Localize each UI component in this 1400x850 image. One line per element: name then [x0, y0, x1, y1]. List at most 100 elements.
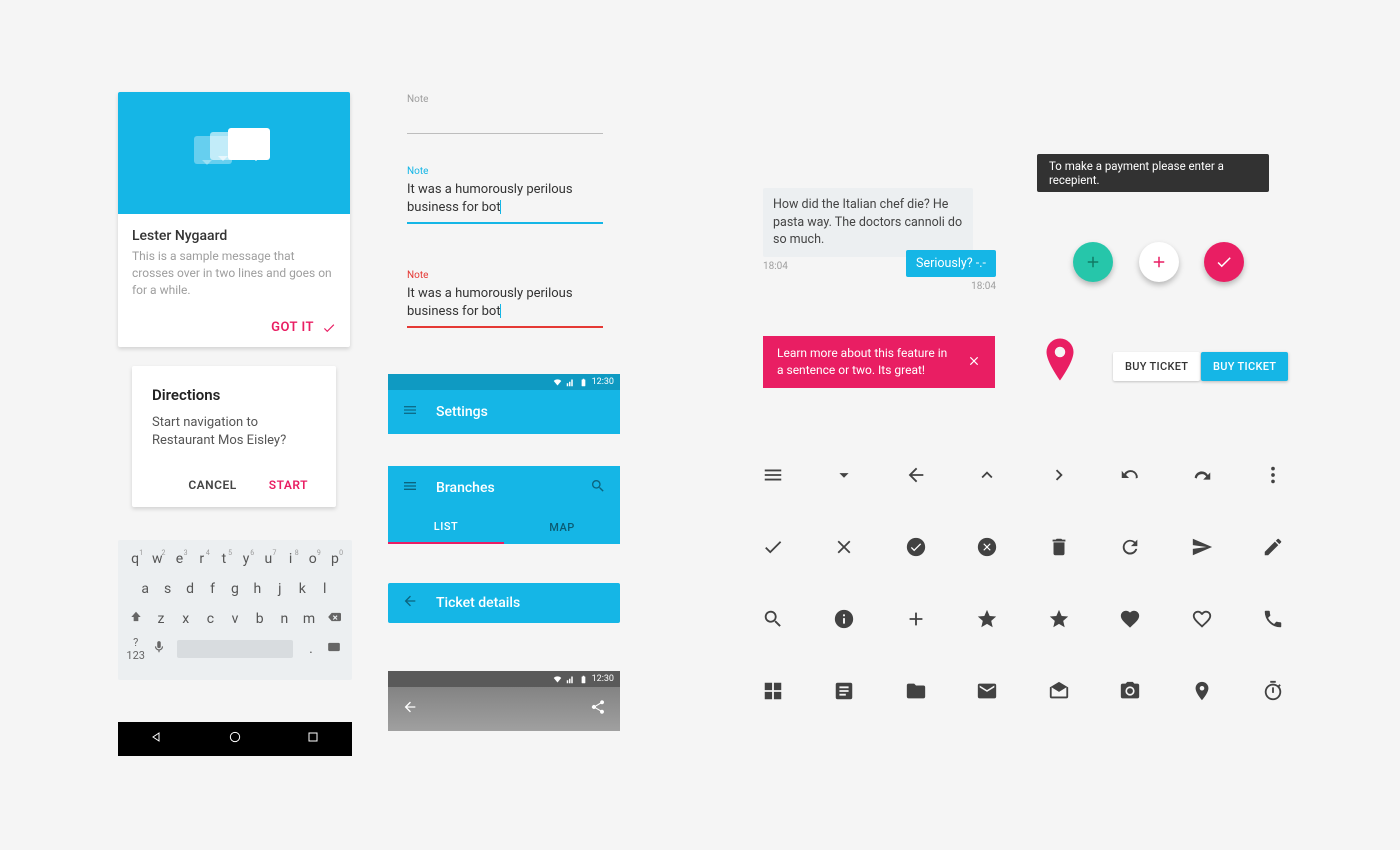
camera-icon[interactable] — [1115, 676, 1145, 706]
key-w[interactable]: w2 — [146, 551, 168, 567]
nav-home-icon[interactable] — [227, 729, 243, 749]
note-icon[interactable] — [829, 676, 859, 706]
key-z[interactable]: z — [149, 611, 174, 627]
fab-add-green[interactable] — [1073, 242, 1113, 282]
tab-list[interactable]: LIST — [388, 510, 504, 544]
heart-outline-icon[interactable] — [1187, 604, 1217, 634]
textfield-focused[interactable]: Note It was a humorously perilous busine… — [407, 166, 603, 224]
share-icon[interactable] — [590, 699, 606, 719]
symbols-key[interactable]: ?123 — [124, 636, 147, 662]
nav-back-icon[interactable] — [149, 729, 165, 749]
chevron-right-icon[interactable] — [1044, 460, 1074, 490]
key-g[interactable]: g — [224, 581, 246, 597]
mic-key[interactable] — [147, 640, 170, 658]
fab-add-white[interactable] — [1139, 242, 1179, 282]
check-icon[interactable] — [758, 532, 788, 562]
chevron-up-icon[interactable] — [972, 460, 1002, 490]
appbar-title: Settings — [436, 404, 606, 420]
key-n[interactable]: n — [272, 611, 297, 627]
star-icon[interactable] — [1044, 604, 1074, 634]
key-y[interactable]: y6 — [235, 551, 257, 567]
fab-done-pink[interactable] — [1204, 242, 1244, 282]
tab-map[interactable]: MAP — [504, 510, 620, 544]
key-p[interactable]: p0 — [324, 551, 346, 567]
back-arrow-icon[interactable] — [402, 593, 418, 613]
dropdown-icon[interactable] — [829, 460, 859, 490]
close-icon[interactable] — [967, 353, 981, 372]
key-d[interactable]: d — [179, 581, 201, 597]
key-t[interactable]: t5 — [213, 551, 235, 567]
nav-recent-icon[interactable] — [305, 729, 321, 749]
message-card: Lester Nygaard This is a sample message … — [118, 92, 350, 347]
phone-icon[interactable] — [1258, 604, 1288, 634]
folder-icon[interactable] — [901, 676, 931, 706]
apps-icon[interactable] — [758, 676, 788, 706]
drafts-icon[interactable] — [1044, 676, 1074, 706]
hamburger-icon[interactable] — [402, 402, 418, 422]
timer-icon[interactable] — [1258, 676, 1288, 706]
appbar-title: Ticket details — [436, 595, 606, 611]
key-l[interactable]: l — [314, 581, 336, 597]
key-a[interactable]: a — [134, 581, 156, 597]
close-icon[interactable] — [829, 532, 859, 562]
check-circle-icon[interactable] — [901, 532, 931, 562]
star-icon[interactable] — [972, 604, 1002, 634]
heart-icon[interactable] — [1115, 604, 1145, 634]
appbar-title: Branches — [436, 480, 572, 496]
key-x[interactable]: x — [173, 611, 198, 627]
key-m[interactable]: m — [297, 611, 322, 627]
icon-palette — [758, 460, 1288, 748]
cancel-button[interactable]: CANCEL — [180, 472, 244, 498]
directions-dialog: Directions Start navigation to Restauran… — [132, 366, 336, 507]
edit-icon[interactable] — [1258, 532, 1288, 562]
key-h[interactable]: h — [246, 581, 268, 597]
appbar-settings: 12:30 Settings — [388, 374, 620, 434]
mail-icon[interactable] — [972, 676, 1002, 706]
info-icon[interactable] — [829, 604, 859, 634]
undo-icon[interactable] — [1187, 460, 1217, 490]
cancel-circle-icon[interactable] — [972, 532, 1002, 562]
menu-icon[interactable] — [758, 460, 788, 490]
arrow-back-icon[interactable] — [901, 460, 931, 490]
plus-icon[interactable] — [901, 604, 931, 634]
key-f[interactable]: f — [201, 581, 223, 597]
message-sender: Lester Nygaard — [132, 228, 336, 244]
delete-icon[interactable] — [1044, 532, 1074, 562]
appbar-ticket-details: Ticket details — [388, 583, 620, 623]
key-c[interactable]: c — [198, 611, 223, 627]
buy-ticket-flat-button[interactable]: BUY TICKET — [1113, 352, 1200, 381]
key-j[interactable]: j — [269, 581, 291, 597]
key-k[interactable]: k — [291, 581, 313, 597]
soft-keyboard[interactable]: q1w2e3r4t5y6u7i8o9p0 asdfghjkl zxcvbnm ?… — [118, 540, 352, 680]
key-v[interactable]: v — [223, 611, 248, 627]
key-b[interactable]: b — [247, 611, 272, 627]
search-icon[interactable] — [590, 478, 606, 498]
buy-ticket-raised-button[interactable]: BUY TICKET — [1201, 352, 1288, 381]
key-u[interactable]: u7 — [257, 551, 279, 567]
key-s[interactable]: s — [156, 581, 178, 597]
back-arrow-icon[interactable] — [402, 699, 418, 719]
start-button[interactable]: START — [261, 472, 316, 498]
textfield-empty[interactable]: Note — [407, 94, 603, 134]
key-e[interactable]: e3 — [168, 551, 190, 567]
send-icon[interactable] — [1187, 532, 1217, 562]
hamburger-icon[interactable] — [402, 478, 418, 498]
backspace-key[interactable] — [321, 610, 346, 628]
refresh-icon[interactable] — [1115, 532, 1145, 562]
search-icon[interactable] — [758, 604, 788, 634]
key-q[interactable]: q1 — [124, 551, 146, 567]
keyboard-toggle-key[interactable] — [323, 640, 346, 658]
key-i[interactable]: i8 — [279, 551, 301, 567]
redo-icon[interactable] — [1115, 460, 1145, 490]
period-key[interactable]: . — [299, 641, 322, 657]
space-key[interactable] — [177, 640, 294, 658]
key-o[interactable]: o9 — [302, 551, 324, 567]
dialog-body: Start navigation to Restaurant Mos Eisle… — [152, 414, 316, 450]
dialog-title: Directions — [152, 386, 316, 404]
shift-key[interactable] — [124, 610, 149, 628]
got-it-button[interactable]: GOT IT — [271, 320, 336, 335]
textfield-error[interactable]: Note It was a humorously perilous busine… — [407, 270, 603, 328]
place-icon[interactable] — [1187, 676, 1217, 706]
more-vert-icon[interactable] — [1258, 460, 1288, 490]
key-r[interactable]: r4 — [191, 551, 213, 567]
